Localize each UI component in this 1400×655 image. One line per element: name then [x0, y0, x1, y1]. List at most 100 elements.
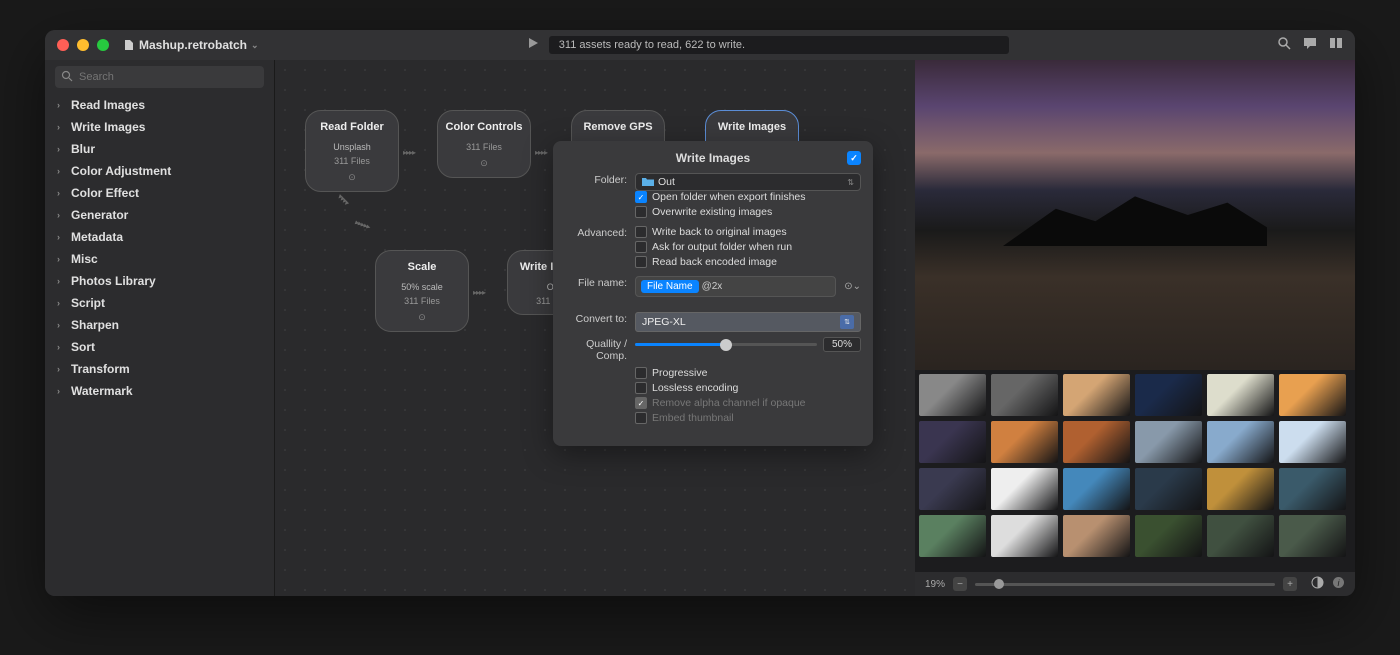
read-back-label: Read back encoded image [652, 256, 777, 268]
chevron-right-icon: › [57, 166, 67, 176]
read-back-checkbox[interactable] [635, 256, 647, 268]
thumbnail[interactable] [919, 468, 986, 510]
thumbnail[interactable] [1207, 515, 1274, 557]
thumbnail[interactable] [1063, 421, 1130, 463]
open-folder-checkbox[interactable]: ✓ [635, 191, 647, 203]
inspector-enabled-checkbox[interactable]: ✓ [847, 151, 861, 165]
search-input[interactable] [55, 66, 264, 88]
book-icon[interactable] [1329, 36, 1343, 55]
remove-alpha-label: Remove alpha channel if opaque [652, 397, 806, 409]
sidebar-category[interactable]: ›Metadata [55, 226, 264, 248]
convert-select[interactable]: JPEG-XL ⇅ [635, 312, 861, 332]
embed-thumb-checkbox [635, 412, 647, 424]
quality-slider[interactable] [635, 343, 817, 346]
overwrite-checkbox[interactable] [635, 206, 647, 218]
filename-options-icon[interactable]: ⊙⌄ [844, 281, 861, 292]
folder-select[interactable]: Out ⇅ [635, 173, 861, 191]
sidebar-category[interactable]: ›Write Images [55, 116, 264, 138]
chevron-right-icon: › [57, 232, 67, 242]
zoom-out-button[interactable]: − [953, 577, 967, 591]
advanced-label: Advanced: [565, 226, 635, 239]
thumbnail[interactable] [1063, 374, 1130, 416]
thumbnail[interactable] [1207, 374, 1274, 416]
thumbnail[interactable] [1279, 421, 1346, 463]
zoom-window-button[interactable] [97, 39, 109, 51]
sidebar-category[interactable]: ›Blur [55, 138, 264, 160]
close-window-button[interactable] [57, 39, 69, 51]
thumbnail[interactable] [991, 421, 1058, 463]
sidebar-category[interactable]: ›Sort [55, 336, 264, 358]
quality-value[interactable]: 50% [823, 337, 861, 352]
play-button[interactable] [527, 36, 539, 54]
document-title-text: Mashup.retrobatch [139, 38, 247, 52]
sidebar-category[interactable]: ›Transform [55, 358, 264, 380]
info-icon[interactable]: i [1332, 576, 1345, 592]
sidebar-category[interactable]: ›Misc [55, 248, 264, 270]
zoom-slider[interactable] [975, 583, 1275, 586]
filename-label: File name: [565, 276, 635, 289]
category-label: Script [71, 296, 105, 310]
zoom-percent: 19% [925, 579, 945, 590]
category-label: Write Images [71, 120, 145, 134]
lossless-checkbox[interactable] [635, 382, 647, 394]
ask-output-checkbox[interactable] [635, 241, 647, 253]
more-icon[interactable]: ⊙ [444, 158, 524, 169]
thumbnail[interactable] [991, 515, 1058, 557]
thumbnail[interactable] [991, 468, 1058, 510]
progressive-checkbox[interactable] [635, 367, 647, 379]
thumbnail[interactable] [1135, 468, 1202, 510]
category-label: Photos Library [71, 274, 156, 288]
write-back-checkbox[interactable] [635, 226, 647, 238]
preview-panel: 19% − + i [915, 60, 1355, 596]
search-icon[interactable] [1277, 36, 1291, 55]
convert-value: JPEG-XL [642, 316, 686, 328]
thumbnail[interactable] [1063, 515, 1130, 557]
node-read-folder[interactable]: Read Folder Unsplash 311 Files ⊙ [305, 110, 399, 192]
zoom-in-button[interactable]: + [1283, 577, 1297, 591]
thumbnail[interactable] [919, 421, 986, 463]
inspector-title: Write Images [676, 151, 750, 165]
thumbnail[interactable] [1135, 374, 1202, 416]
node-scale[interactable]: Scale 50% scale 311 Files ⊙ [375, 250, 469, 332]
sidebar-category[interactable]: ›Color Adjustment [55, 160, 264, 182]
sidebar-category[interactable]: ›Generator [55, 204, 264, 226]
category-label: Transform [71, 362, 130, 376]
sidebar-category[interactable]: ›Script [55, 292, 264, 314]
more-icon[interactable]: ⊙ [382, 312, 462, 323]
sidebar-category[interactable]: ›Color Effect [55, 182, 264, 204]
chevron-right-icon: › [57, 210, 67, 220]
document-title[interactable]: Mashup.retrobatch ⌄ [123, 38, 259, 52]
thumbnail[interactable] [919, 374, 986, 416]
node-title: Read Folder [312, 121, 392, 134]
sidebar-category[interactable]: › Photos Library [55, 270, 264, 292]
thumbnail[interactable] [1207, 468, 1274, 510]
node-title: Write Images [712, 121, 792, 134]
node-color-controls[interactable]: Color Controls 311 Files ⊙ [437, 110, 531, 178]
chevron-right-icon: › [57, 276, 67, 286]
thumbnail[interactable] [1207, 421, 1274, 463]
node-subtitle: 50% scale [382, 282, 462, 292]
thumbnail[interactable] [1135, 515, 1202, 557]
chat-icon[interactable] [1303, 36, 1317, 55]
contrast-icon[interactable] [1311, 576, 1324, 592]
chevron-right-icon: › [57, 144, 67, 154]
thumbnail[interactable] [1279, 468, 1346, 510]
sidebar-category[interactable]: ›Sharpen [55, 314, 264, 336]
preview-image[interactable] [915, 60, 1355, 370]
thumbnail[interactable] [1279, 515, 1346, 557]
thumbnail[interactable] [1135, 421, 1202, 463]
thumbnail[interactable] [1063, 468, 1130, 510]
thumbnail[interactable] [991, 374, 1058, 416]
minimize-window-button[interactable] [77, 39, 89, 51]
more-icon[interactable]: ⊙ [312, 172, 392, 183]
node-files: 311 Files [382, 296, 462, 306]
filename-field[interactable]: File Name @2x [635, 276, 836, 297]
thumbnail[interactable] [1279, 374, 1346, 416]
thumbnail[interactable] [919, 515, 986, 557]
sidebar-category[interactable]: ›Read Images [55, 94, 264, 116]
sidebar-category[interactable]: ›Watermark [55, 380, 264, 402]
node-title: Scale [382, 261, 462, 274]
node-files: 311 Files [444, 142, 524, 152]
zoom-bar: 19% − + i [915, 572, 1355, 596]
search-icon [61, 70, 73, 82]
